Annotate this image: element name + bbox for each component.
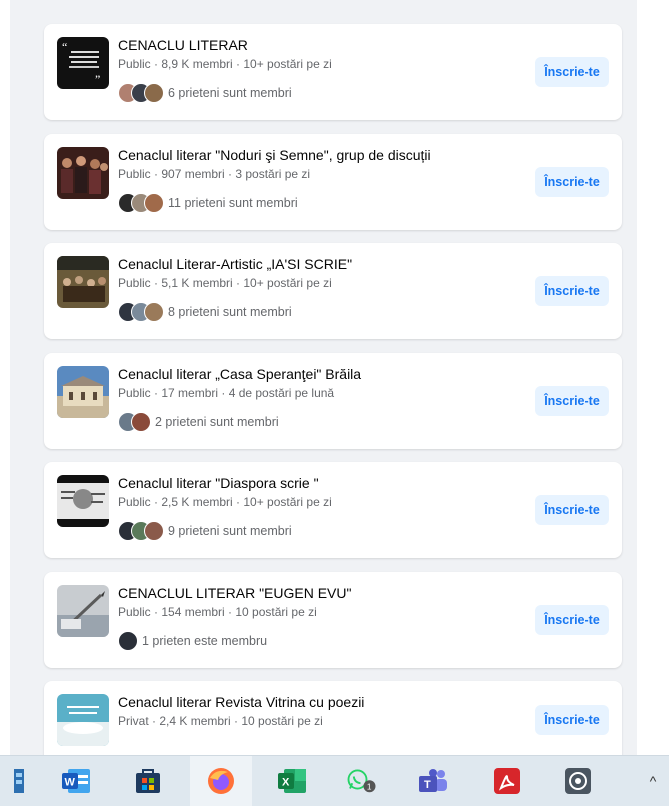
group-cover-image[interactable] [57,147,109,199]
friends-members: 2 prieteni sunt membri [118,411,279,433]
join-button[interactable]: Înscrie-te [535,167,609,197]
word-icon[interactable]: W [62,766,92,796]
friends-count: 9 prieteni sunt membri [168,524,292,538]
file-explorer-icon[interactable] [4,766,34,796]
group-meta: Public · 154 membri · 10 postări pe zi [118,605,317,619]
firefox-icon[interactable] [206,766,236,796]
group-name[interactable]: Cenaclul literar "Diaspora scrie " [118,475,319,491]
friends-count: 1 prieten este membru [142,634,268,648]
whatsapp-icon[interactable]: 1 [347,766,377,796]
group-meta: Public · 8,9 K membri · 10+ postări pe z… [118,57,332,71]
friend-avatar [144,302,164,322]
friend-avatar [118,631,138,651]
feed-right-margin [637,0,669,755]
friend-avatar [144,193,164,213]
group-meta: Privat · 2,4 K membri · 10 postări pe zi [118,714,323,728]
join-button[interactable]: Înscrie-te [535,276,609,306]
group-card[interactable]: Cenaclul Literar-Artistic „IA'SI SCRIE" … [44,243,622,339]
store-icon[interactable] [133,766,163,796]
friends-count: 11 prieteni sunt membri [168,196,298,210]
join-button[interactable]: Înscrie-te [535,705,609,735]
group-cover-image[interactable] [57,475,109,527]
svg-text:“: “ [62,40,67,54]
friends-count: 8 prieteni sunt membri [168,305,292,319]
group-meta: Public · 907 membri · 3 postări pe zi [118,167,311,181]
join-button[interactable]: Înscrie-te [535,605,609,635]
group-card[interactable]: Cenaclul literar Revista Vitrina cu poez… [44,681,622,755]
svg-text:T: T [424,779,431,791]
group-meta: Public · 2,5 K membri · 10+ postări pe z… [118,495,332,509]
friend-avatar [131,412,151,432]
windows-taskbar: W X 1 T ^ [0,755,669,806]
group-meta: Public · 5,1 K membri · 10+ postări pe z… [118,276,332,290]
friend-avatar [144,521,164,541]
friend-avatar [144,83,164,103]
friends-members: 9 prieteni sunt membri [118,520,292,542]
group-cover-image[interactable] [57,585,109,637]
group-name[interactable]: CENACLU LITERAR [118,37,248,53]
group-name[interactable]: Cenaclul literar "Noduri şi Semne", grup… [118,147,431,163]
friends-members: 6 prieteni sunt membri [118,82,292,104]
group-card[interactable]: “” CENACLU LITERAR Public · 8,9 K membri… [44,24,622,120]
friends-members: 11 prieteni sunt membri [118,192,298,214]
group-name[interactable]: Cenaclul literar Revista Vitrina cu poez… [118,694,364,710]
group-name[interactable]: Cenaclul literar „Casa Speranţei" Brăila [118,366,361,382]
feed-left-margin [0,0,10,755]
svg-text:”: ” [95,72,100,86]
teams-icon[interactable]: T [419,766,449,796]
group-card[interactable]: Cenaclul literar „Casa Speranţei" Brăila… [44,353,622,449]
group-name[interactable]: Cenaclul Literar-Artistic „IA'SI SCRIE" [118,256,352,272]
groups-feed: “” CENACLU LITERAR Public · 8,9 K membri… [0,0,669,755]
app-icon[interactable] [563,766,593,796]
group-card[interactable]: CENACLUL LITERAR "EUGEN EVU" Public · 15… [44,572,622,668]
join-button[interactable]: Înscrie-te [535,495,609,525]
acrobat-icon[interactable] [492,766,522,796]
whatsapp-badge: 1 [367,782,372,791]
group-name[interactable]: CENACLUL LITERAR "EUGEN EVU" [118,585,351,601]
join-button[interactable]: Înscrie-te [535,386,609,416]
friends-members: 1 prieten este membru [118,630,267,652]
group-cover-image[interactable] [57,694,109,746]
overflow-chevron-icon[interactable]: ^ [643,766,663,796]
friends-members: 8 prieteni sunt membri [118,301,292,323]
excel-icon[interactable]: X [278,766,308,796]
group-cover-image[interactable] [57,366,109,418]
friends-count: 2 prieteni sunt membri [155,415,279,429]
group-card[interactable]: Cenaclul literar "Diaspora scrie " Publi… [44,462,622,558]
join-button[interactable]: Înscrie-te [535,57,609,87]
group-cover-image[interactable]: “” [57,37,109,89]
group-cover-image[interactable] [57,256,109,308]
svg-text:X: X [282,777,290,789]
svg-text:W: W [65,777,76,789]
group-meta: Public · 17 membri · 4 de postări pe lun… [118,386,335,400]
friends-count: 6 prieteni sunt membri [168,86,292,100]
group-card[interactable]: Cenaclul literar "Noduri şi Semne", grup… [44,134,622,230]
